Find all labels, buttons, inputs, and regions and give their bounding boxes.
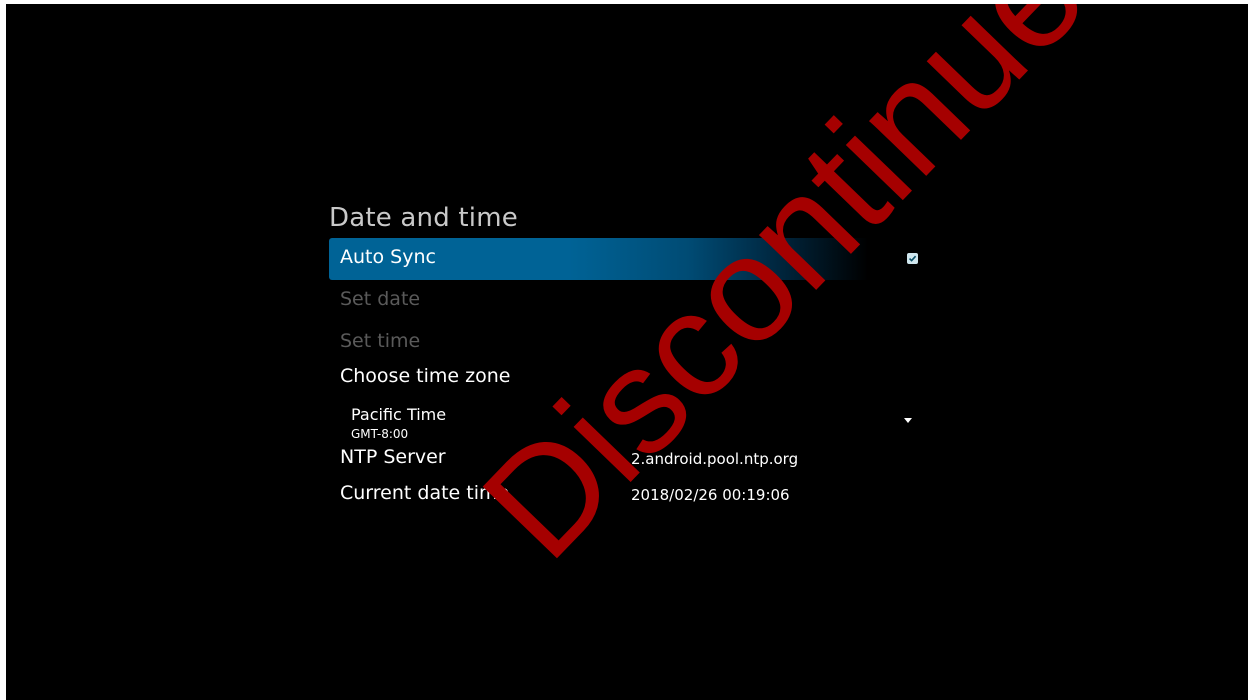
dropdown-arrow-icon[interactable] [904, 418, 912, 423]
time-zone-selected-name[interactable]: Pacific Time [351, 405, 446, 424]
time-zone-selected-offset: GMT-8:00 [351, 427, 409, 441]
current-date-time-value: 2018/02/26 00:19:06 [631, 486, 790, 504]
tv-screen: Date and time Auto Sync Set date Set tim… [6, 4, 1248, 700]
set-date-row: Set date [329, 286, 928, 326]
ntp-server-value: 2.android.pool.ntp.org [631, 450, 799, 468]
page-title: Date and time [329, 203, 518, 233]
choose-time-zone-label: Choose time zone [340, 365, 511, 387]
ntp-server-label: NTP Server [340, 446, 446, 468]
set-time-label: Set time [340, 330, 421, 352]
auto-sync-checkbox[interactable] [907, 253, 918, 264]
auto-sync-label: Auto Sync [340, 246, 436, 268]
current-date-time-row: Current date time 2018/02/26 00:19:06 [329, 480, 928, 520]
choose-time-zone-row[interactable]: Choose time zone [329, 363, 928, 403]
ntp-server-row[interactable]: NTP Server 2.android.pool.ntp.org [329, 444, 928, 484]
set-date-label: Set date [340, 288, 421, 310]
set-time-row: Set time [329, 328, 928, 368]
current-date-time-label: Current date time [340, 482, 510, 504]
checkmark-icon [908, 255, 917, 262]
auto-sync-row[interactable]: Auto Sync [329, 238, 928, 280]
